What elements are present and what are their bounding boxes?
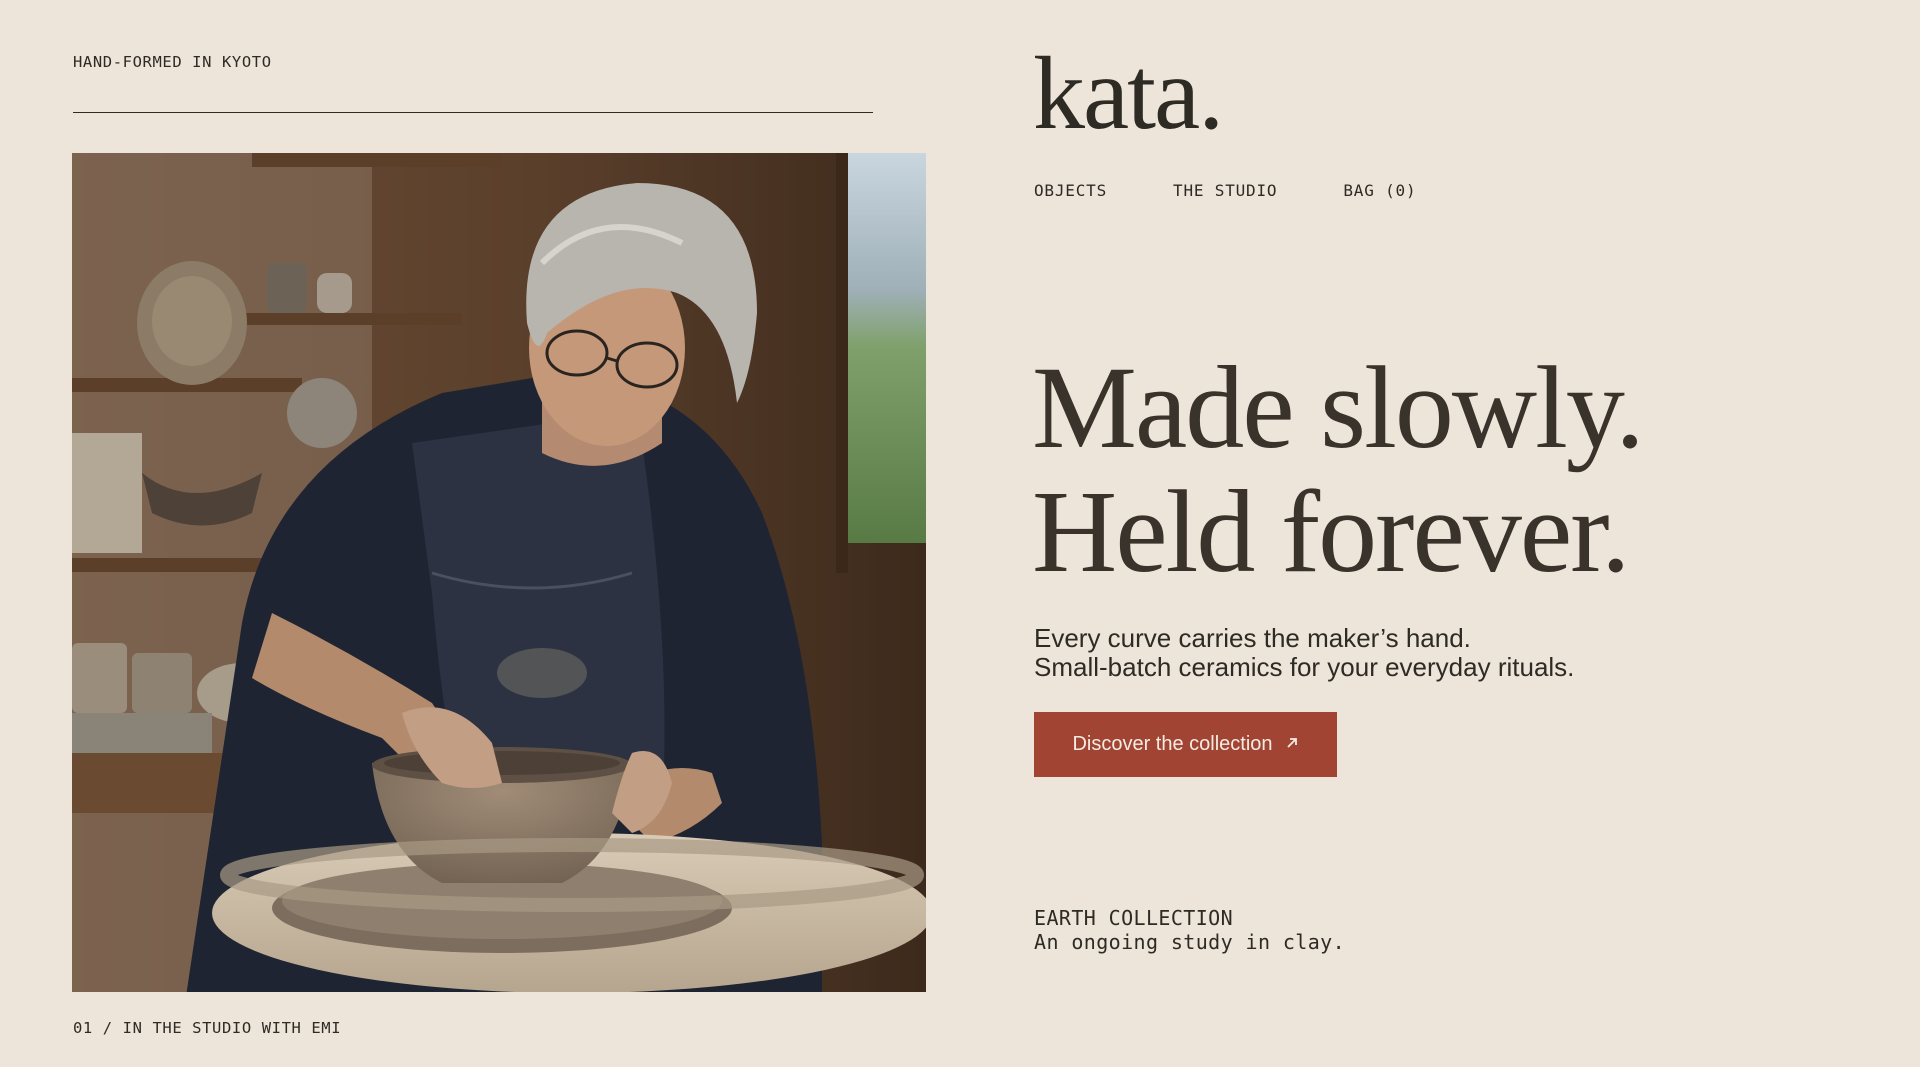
main-nav: OBJECTS THE STUDIO BAG (0)	[1034, 181, 1482, 200]
hero-subtext: Every curve carries the maker’s hand. Sm…	[1034, 624, 1574, 682]
cta-label: Discover the collection	[1072, 733, 1273, 755]
collection-info: EARTH COLLECTION An ongoing study in cla…	[1034, 906, 1345, 954]
photo-caption: 01 / IN THE STUDIO WITH EMI	[73, 1019, 342, 1037]
nav-item-bag[interactable]: BAG (0)	[1343, 181, 1416, 200]
nav-item-the-studio[interactable]: THE STUDIO	[1173, 181, 1277, 200]
headline-line-1: Made slowly.	[1032, 342, 1645, 473]
nav-item-objects[interactable]: OBJECTS	[1034, 181, 1107, 200]
hero-photo	[72, 153, 926, 992]
potter-illustration	[72, 153, 926, 992]
hero-headline: Made slowly. Held forever.	[1032, 342, 1645, 597]
subtext-line-1: Every curve carries the maker’s hand.	[1034, 623, 1471, 653]
collection-subtitle: An ongoing study in clay.	[1034, 930, 1346, 954]
arrow-up-right-icon	[1285, 734, 1299, 755]
divider	[73, 112, 873, 113]
tagline: HAND-FORMED IN KYOTO	[73, 53, 272, 71]
headline-line-2: Held forever.	[1032, 466, 1630, 597]
brand-logo[interactable]: kata.	[1033, 42, 1224, 146]
discover-collection-button[interactable]: Discover the collection	[1034, 712, 1337, 777]
subtext-line-2: Small-batch ceramics for your everyday r…	[1034, 652, 1575, 682]
collection-title: EARTH COLLECTION	[1034, 906, 1234, 930]
